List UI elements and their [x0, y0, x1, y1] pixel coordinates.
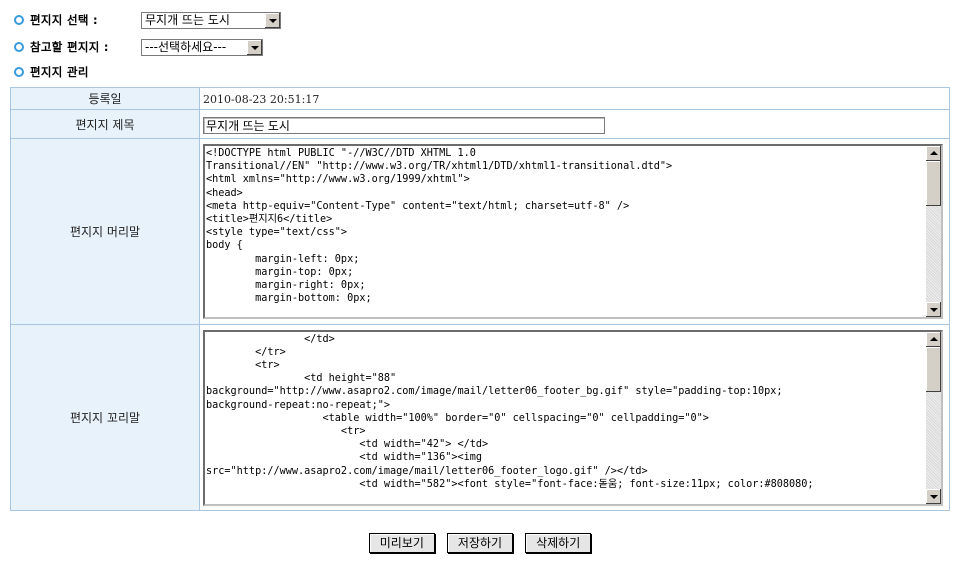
scroll-up-icon[interactable] — [926, 331, 941, 347]
footer-cell: </td> </tr> <tr> <td height="88" backgro… — [199, 324, 950, 511]
chevron-down-icon[interactable] — [264, 13, 280, 28]
letter-select-label: 편지지 선택 : — [30, 13, 98, 27]
reg-date-label: 등록일 — [10, 87, 200, 110]
bullet-icon — [14, 15, 24, 25]
footer-code-textarea[interactable]: </td> </tr> <tr> <td height="88" backgro… — [203, 329, 943, 506]
bullet-icon — [14, 42, 24, 52]
letter-select-value: 무지개 뜨는 도시 — [145, 13, 230, 27]
table-row: 편지지 제목 — [10, 109, 950, 139]
reg-date-cell: 2010-08-23 20:51:17 — [199, 87, 950, 110]
scroll-down-icon[interactable] — [926, 302, 941, 317]
reference-select-row: 참고할 편지지 : — [14, 37, 109, 57]
scroll-up-icon[interactable] — [926, 146, 941, 161]
delete-button[interactable]: 삭제하기 — [525, 533, 592, 553]
scroll-thumb[interactable] — [926, 346, 941, 392]
table-row: 편지지 꼬리말 </td> </tr> <tr> <td height="88"… — [10, 324, 950, 511]
title-input[interactable] — [203, 116, 605, 134]
letter-select-row: 편지지 선택 : — [14, 10, 98, 30]
reference-select-value: ---선택하세요--- — [145, 40, 227, 54]
footer-scrollbar[interactable] — [926, 331, 941, 504]
table-row: 등록일 2010-08-23 20:51:17 — [10, 87, 950, 110]
action-buttons: 미리보기 저장하기 삭제하기 — [0, 533, 960, 553]
letter-select-dropdown[interactable]: 무지개 뜨는 도시 — [141, 12, 281, 29]
bullet-icon — [14, 67, 24, 77]
chevron-down-icon[interactable] — [246, 40, 262, 55]
manage-heading: 편지지 관리 — [30, 65, 89, 79]
footer-code-text: </td> </tr> <tr> <td height="88" backgro… — [206, 333, 814, 490]
title-label: 편지지 제목 — [10, 109, 200, 139]
footer-label: 편지지 꼬리말 — [10, 324, 200, 511]
header-cell: <!DOCTYPE html PUBLIC "-//W3C//DTD XHTML… — [199, 138, 950, 325]
header-label: 편지지 머리말 — [10, 138, 200, 325]
reference-select-label: 참고할 편지지 : — [30, 40, 109, 54]
header-code-text: <!DOCTYPE html PUBLIC "-//W3C//DTD XHTML… — [206, 148, 673, 305]
manage-heading-row: 편지지 관리 — [14, 62, 89, 82]
reference-select-dropdown[interactable]: ---선택하세요--- — [141, 39, 263, 56]
preview-button[interactable]: 미리보기 — [368, 533, 435, 553]
header-scrollbar[interactable] — [926, 146, 941, 317]
reg-date-value: 2010-08-23 20:51:17 — [203, 92, 320, 106]
title-cell — [199, 109, 950, 139]
scroll-thumb[interactable] — [926, 161, 941, 206]
save-button[interactable]: 저장하기 — [446, 533, 514, 553]
letter-management-table: 등록일 2010-08-23 20:51:17 편지지 제목 편지지 머리말 <… — [10, 87, 950, 511]
scroll-down-icon[interactable] — [926, 488, 941, 504]
table-row: 편지지 머리말 <!DOCTYPE html PUBLIC "-//W3C//D… — [10, 138, 950, 325]
header-code-textarea[interactable]: <!DOCTYPE html PUBLIC "-//W3C//DTD XHTML… — [203, 144, 943, 319]
